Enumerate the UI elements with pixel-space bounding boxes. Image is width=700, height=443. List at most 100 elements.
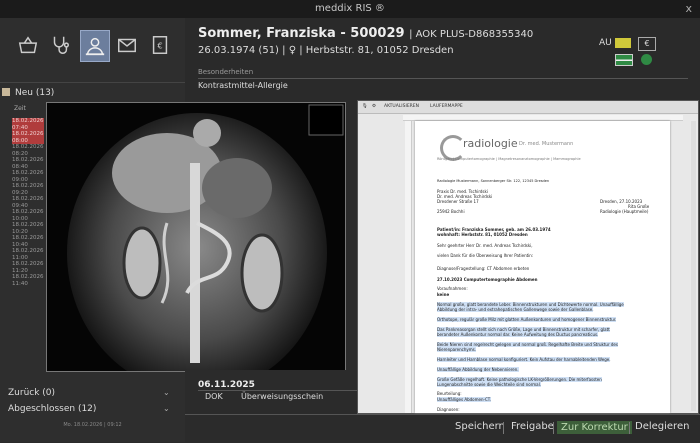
report-page[interactable]: radiologie Dr. med. Mustermann Röntgen |…	[415, 121, 670, 413]
document-date: 06.11.2025	[198, 380, 255, 390]
beurteilung-value: Unauffälliges Abdomen-CT.	[437, 397, 491, 402]
section-zurueck[interactable]: Zurück (0) ⌄	[8, 388, 170, 398]
euro-icon[interactable]: €	[638, 37, 656, 51]
au-label: AU	[599, 38, 612, 48]
question-line: Diagnose/Fragestellung: CT Abdomen erbet…	[437, 266, 530, 271]
status-datetime: Mo. 18.02.2026 | 09:12	[63, 422, 122, 428]
list-item[interactable]: 18.02.2026 11:40	[12, 274, 44, 287]
zeit-header: Zeit	[14, 105, 26, 112]
image-thumbnail[interactable]	[308, 104, 344, 136]
thanks-line: vielen Dank für die Überweisung Ihrer Pa…	[437, 253, 534, 258]
close-icon[interactable]: x	[685, 0, 692, 18]
patient-name: Sommer, Franziska - 500029 | AOK PLUS-D8…	[198, 26, 534, 41]
sender-line: Radiologie Mustermann, Sonnenberger Str.…	[437, 179, 550, 183]
list-item[interactable]: 18.02.2026 09:20	[12, 183, 44, 196]
report-viewer[interactable]: 🎙 ⚙ AKTUALISIEREN LAUFERMAPPE radiologie…	[357, 100, 699, 414]
recipient-3: Dresdener Straße 17	[437, 199, 479, 204]
finding-line: Unauffällige Abbildung der Nebennieren.	[437, 367, 519, 372]
diagnosen-label: Diagnosen:	[437, 407, 460, 412]
list-item[interactable]: 18.02.2026 10:20	[12, 222, 44, 235]
window-title: meddix RIS ®	[315, 3, 385, 14]
svg-text:€: €	[157, 41, 162, 51]
patient-birth-address: 26.03.1974 (51) | ♀ | Herbststr. 81, 010…	[198, 45, 454, 56]
delegate-button[interactable]: Delegieren	[635, 421, 689, 432]
stethoscope-icon	[53, 36, 69, 54]
report-toolbar: 🎙 ⚙ AKTUALISIEREN LAUFERMAPPE	[358, 101, 698, 114]
finding-line: Abbildung der intra- und extrahepatische…	[437, 307, 594, 312]
patient-icon	[85, 37, 105, 56]
basket-button[interactable]	[14, 30, 42, 60]
insurance-card-icon[interactable]	[615, 54, 633, 66]
finding-line: Lungenabschnitte sowie die Weichteile si…	[437, 382, 541, 387]
laufermappe-button[interactable]: LAUFERMAPPE	[430, 104, 463, 109]
besonderheiten-value: Kontrastmittel-Allergie	[198, 81, 288, 90]
mri-image-viewer[interactable]	[46, 102, 346, 393]
recipient-4: 25942 Bochhi	[437, 209, 465, 214]
abgeschlossen-label: Abgeschlossen (12)	[8, 404, 97, 414]
patient-header: Sommer, Franziska - 500029 | AOK PLUS-D8…	[185, 18, 700, 100]
exam-line: 27.10.2023 Computertomographie Abdomen	[437, 277, 538, 282]
invoice-icon: €	[152, 36, 168, 54]
sign-dept: Radiologie (Hauptmeile)	[600, 209, 649, 214]
document-type-value[interactable]: Überweisungsschein	[241, 392, 323, 401]
report-scrollbar[interactable]	[691, 121, 696, 411]
separator	[503, 422, 504, 434]
list-item[interactable]: 18.02.2026 08:40	[12, 157, 44, 170]
worklist-times: 18.02.2026 07:40 18.02.2026 08:00 18.02.20…	[12, 118, 44, 287]
mic-icon[interactable]: 🎙	[362, 104, 368, 109]
neu-label: Neu (13)	[15, 88, 55, 98]
separator	[629, 422, 630, 434]
refresh-button[interactable]: AKTUALISIEREN	[384, 104, 419, 109]
invoice-button[interactable]: €	[146, 30, 174, 60]
divider	[198, 78, 688, 79]
mail-button[interactable]	[113, 30, 141, 60]
mri-image[interactable]	[47, 103, 345, 393]
list-item[interactable]: 18.02.2026 07:40	[12, 118, 44, 131]
section-abgeschlossen[interactable]: Abgeschlossen (12) ⌄	[8, 404, 170, 414]
logo-text: radiologie	[463, 137, 518, 150]
list-item[interactable]: 18.02.2026 08:20	[12, 144, 44, 157]
neu-marker	[2, 88, 10, 96]
list-item[interactable]: 18.02.2026 09:40	[12, 196, 44, 209]
separator	[553, 422, 554, 434]
release-button[interactable]: Freigabe	[511, 421, 554, 432]
beurteilung-label: Beurteilung:	[437, 391, 462, 396]
window-titlebar: meddix RIS ® x	[0, 0, 700, 18]
stethoscope-button[interactable]	[46, 30, 74, 60]
salutation: Sehr geehrter Herr Dr. med. Andreas Tsch…	[437, 243, 533, 248]
action-bar: Speichern Freigabe Zur Korrektur Delegie…	[185, 414, 700, 443]
vorbefund-value: keine	[437, 292, 450, 297]
vertical-ruler	[405, 121, 412, 413]
status-person-icon[interactable]	[641, 54, 652, 65]
logo-doctor: Dr. med. Mustermann	[519, 141, 574, 147]
besonderheiten-label: Besonderheiten	[198, 68, 254, 76]
zurueck-label: Zurück (0)	[8, 388, 56, 398]
chevron-down-icon: ⌄	[163, 388, 170, 397]
chevron-down-icon: ⌄	[163, 404, 170, 413]
document-type-label: DOK	[205, 392, 223, 401]
finding-line: berandeter Außenkontur normal dar. Keine…	[437, 332, 599, 337]
patient-address-line: wohnhaft: Herbststr. 81, 01052 Dresden	[437, 232, 528, 237]
settings-icon[interactable]: ⚙	[372, 104, 376, 109]
document-info: 06.11.2025 DOK Überweisungsschein	[185, 370, 360, 410]
list-item[interactable]: 18.02.2026 11:20	[12, 261, 44, 274]
list-item[interactable]: 18.02.2026 10:00	[12, 209, 44, 222]
list-item[interactable]: 18.02.2026 11:00	[12, 248, 44, 261]
patient-button[interactable]	[80, 30, 110, 62]
section-neu[interactable]: Neu (13)	[2, 88, 54, 98]
list-item[interactable]: 18.02.2026 08:00	[12, 131, 44, 144]
list-item[interactable]: 18.02.2026 09:00	[12, 170, 44, 183]
finding-line: Nierenparenchyms.	[437, 347, 477, 352]
vorbefund-label: Voraufnahmen:	[437, 286, 468, 291]
insurance-info: | AOK PLUS-D868355340	[409, 29, 534, 40]
logo-subtitle: Röntgen | Computertomographie | Magnetre…	[437, 157, 581, 161]
correction-button[interactable]: Zur Korrektur	[557, 421, 632, 434]
mail-icon	[118, 38, 136, 53]
list-item[interactable]: 18.02.2026 10:40	[12, 235, 44, 248]
main-toolbar: €	[0, 18, 185, 83]
divider	[198, 390, 358, 391]
finding-line: Harnleiter und Harnblase normal konfigur…	[437, 357, 611, 362]
basket-icon	[18, 36, 38, 54]
save-button[interactable]: Speichern	[455, 421, 505, 432]
au-status-badge[interactable]	[615, 38, 631, 48]
